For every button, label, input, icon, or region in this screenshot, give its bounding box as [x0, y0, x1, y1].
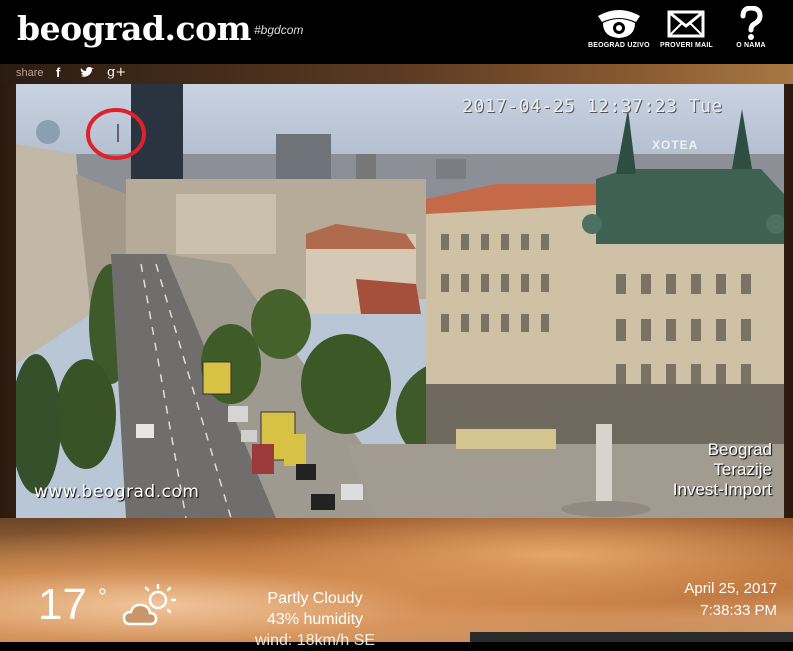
nav-proveri-mail[interactable]: PROVERI MAIL [660, 6, 713, 49]
condition-text: Partly Cloudy [267, 590, 363, 607]
camera-icon [597, 10, 640, 38]
share-bar: share f g+ [0, 64, 793, 84]
nav-label: PROVERI MAIL [660, 42, 713, 49]
site-header: beograd.com #bgdcom BEOGRAD UZIVO PROVER… [0, 0, 793, 64]
share-label: share [16, 67, 44, 79]
humidity-text: 43% humidity [266, 611, 364, 628]
camera-timestamp: 2017-04-25 12:37:23 Tue [462, 96, 723, 117]
nav-label: O NAMA [736, 42, 766, 49]
date-text: April 25, 2017 [684, 580, 777, 597]
degree-symbol: ° [98, 584, 107, 609]
hashtag-label: #bgdcom [254, 23, 304, 37]
hotel-sign: XOTEA [652, 138, 699, 152]
site-logo[interactable]: beograd.com [17, 9, 252, 49]
partly-cloudy-icon [122, 583, 182, 633]
location-line: Invest-Import [672, 480, 772, 499]
mail-icon [667, 10, 705, 38]
live-camera-view[interactable]: XOTEA 2017-04-25 12:37:23 Tue www.beogra… [16, 84, 784, 518]
nav-o-nama[interactable]: O NAMA [736, 6, 766, 49]
nav-beograd-uzivo[interactable]: BEOGRAD UZIVO [588, 6, 650, 49]
time-text: 7:38:33 PM [700, 602, 777, 619]
facebook-icon[interactable]: f [56, 65, 60, 80]
weather-panel: 17 ° Partly Cloudy 43% humidity wind: 18… [0, 518, 793, 649]
nav-label: BEOGRAD UZIVO [588, 42, 650, 49]
camera-location: Beograd Terazije Invest-Import [673, 440, 772, 500]
date-time: April 25, 2017 7:38:33 PM [684, 578, 777, 622]
camera-watermark: www.beograd.com [34, 482, 200, 502]
google-plus-icon[interactable]: g+ [107, 65, 126, 80]
temperature-value: 17 [38, 580, 87, 629]
twitter-icon[interactable] [80, 67, 94, 82]
bottom-strip [470, 632, 793, 642]
wind-text: wind: 18km/h SE [254, 632, 376, 649]
location-line: Terazije [713, 460, 772, 479]
question-icon [740, 6, 763, 40]
location-line: Beograd [707, 440, 772, 459]
